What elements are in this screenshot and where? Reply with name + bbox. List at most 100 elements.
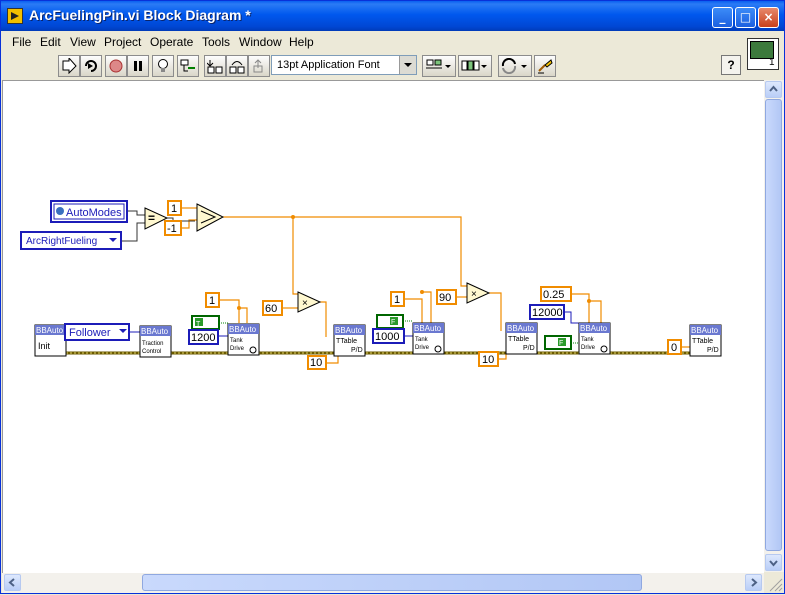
const-1a-value: 1 (209, 295, 215, 307)
ttable3-header-text: BBAuto (691, 326, 719, 335)
scroll-up-button[interactable] (765, 81, 782, 98)
retain-wire-values-button[interactable] (177, 55, 199, 77)
block-diagram-window: ArcFuelingPin.vi Block Diagram * _ □ × F… (0, 0, 785, 594)
run-button[interactable] (58, 55, 80, 77)
align-objects-button[interactable] (422, 55, 456, 77)
bool-t-label: T (196, 321, 201, 328)
scroll-right-button[interactable] (745, 574, 762, 591)
block-diagram: AutoModes ArcRightFueling = 1 -1 BBAuto … (20, 200, 722, 370)
follower-label: Follower (69, 327, 111, 339)
distribute-objects-icon (461, 60, 487, 71)
close-button[interactable]: × (758, 7, 779, 28)
reorder-button[interactable] (498, 55, 532, 77)
arcrightfueling-label: ArcRightFueling (26, 236, 97, 247)
const-90-value: 90 (439, 292, 451, 304)
menu-window[interactable]: Window (239, 35, 282, 49)
const-1200-value: 1200 (191, 332, 215, 344)
const-10b-value: 10 (482, 354, 494, 366)
horizontal-scroll-thumb[interactable] (142, 574, 642, 591)
wire-junction (237, 306, 241, 310)
step-into-button[interactable] (204, 55, 226, 77)
highlight-execution-button[interactable] (152, 55, 174, 77)
init-label: Init (38, 341, 51, 351)
clean-up-diagram-icon (538, 59, 553, 74)
menu-help[interactable]: Help (289, 35, 314, 49)
ttable2-header-text: BBAuto (507, 324, 535, 333)
timer-clock-icon (249, 346, 257, 354)
vi-connector-pane-icon[interactable]: 1 (747, 38, 779, 70)
ttable-header-text: BBAuto (335, 326, 363, 335)
step-into-icon (207, 60, 223, 74)
ttable-label-2: P/D (351, 347, 363, 354)
wire (489, 292, 502, 331)
tank2-header-text: BBAuto (414, 324, 442, 333)
menu-edit[interactable]: Edit (40, 35, 61, 49)
vi-connector-number: 1 (769, 57, 775, 68)
ttable2-label-1: TTable (508, 336, 529, 343)
wire (564, 311, 579, 324)
const-12000-value: 12000 (532, 307, 563, 319)
const-025-value: 0.25 (543, 289, 564, 301)
diagram-canvas[interactable]: AutoModes ArcRightFueling = 1 -1 BBAuto … (2, 80, 764, 573)
reorder-icon (501, 58, 527, 74)
wire (223, 216, 467, 287)
tank-label-2: Drive (230, 346, 245, 352)
menu-operate[interactable]: Operate (150, 35, 193, 49)
menu-bar: File Edit View Project Operate Tools Win… (2, 32, 785, 52)
wire (239, 307, 248, 323)
minimize-button[interactable]: _ (712, 7, 733, 28)
context-help-button[interactable]: ? (721, 55, 741, 75)
timer-clock-icon (434, 345, 442, 353)
wire (326, 356, 339, 364)
wire (292, 217, 298, 295)
step-out-button[interactable] (248, 55, 270, 77)
wire (422, 291, 432, 323)
menu-tools[interactable]: Tools (202, 35, 230, 49)
abort-button[interactable] (105, 55, 127, 77)
multiply-sign: × (302, 298, 308, 309)
resize-grip-icon[interactable] (766, 575, 784, 593)
ttable3-label-2: P/D (707, 347, 719, 354)
tank-header-text: BBAuto (229, 325, 257, 334)
pause-button[interactable] (127, 55, 149, 77)
step-over-icon (229, 61, 245, 74)
labview-app-icon[interactable] (7, 8, 23, 24)
horizontal-scrollbar[interactable] (2, 573, 764, 593)
title-bar[interactable]: ArcFuelingPin.vi Block Diagram * _ □ × (1, 1, 784, 31)
chevron-down-icon[interactable] (399, 56, 416, 74)
run-continuously-button[interactable] (80, 55, 102, 77)
abort-icon (109, 59, 123, 73)
wire (404, 298, 423, 323)
wire (219, 299, 240, 323)
vertical-scrollbar[interactable] (764, 80, 784, 572)
chevron-left-icon (8, 578, 15, 587)
menu-view[interactable]: View (70, 35, 96, 49)
wire (320, 301, 327, 337)
scroll-down-button[interactable] (765, 554, 782, 571)
menu-file[interactable]: File (12, 35, 31, 49)
traction-header-text: BBAuto (141, 327, 169, 336)
chevron-down-icon (769, 560, 778, 567)
window-title: ArcFuelingPin.vi Block Diagram * (29, 7, 251, 23)
font-selector[interactable]: 13pt Application Font (271, 55, 417, 75)
run-continuously-icon (85, 60, 97, 72)
distribute-objects-button[interactable] (458, 55, 492, 77)
step-over-button[interactable] (226, 55, 248, 77)
menu-project[interactable]: Project (104, 35, 141, 49)
chevron-up-icon (769, 85, 778, 92)
traction-label-1: Traction (142, 341, 163, 347)
chevron-right-icon (751, 578, 758, 587)
tank3-label-1: Tank (581, 337, 595, 343)
tank2-label-2: Drive (415, 345, 430, 351)
const-10a-value: 10 (310, 357, 322, 369)
ttable3-label-1: TTable (692, 338, 713, 345)
maximize-button[interactable]: □ (735, 7, 756, 28)
vertical-scroll-thumb[interactable] (765, 99, 782, 551)
clean-up-diagram-button[interactable] (534, 55, 556, 77)
select-function[interactable] (196, 203, 225, 232)
step-out-icon (253, 59, 263, 73)
wire (121, 222, 145, 242)
equal-sign: = (148, 211, 155, 225)
scroll-left-button[interactable] (4, 574, 21, 591)
wire (127, 210, 145, 216)
